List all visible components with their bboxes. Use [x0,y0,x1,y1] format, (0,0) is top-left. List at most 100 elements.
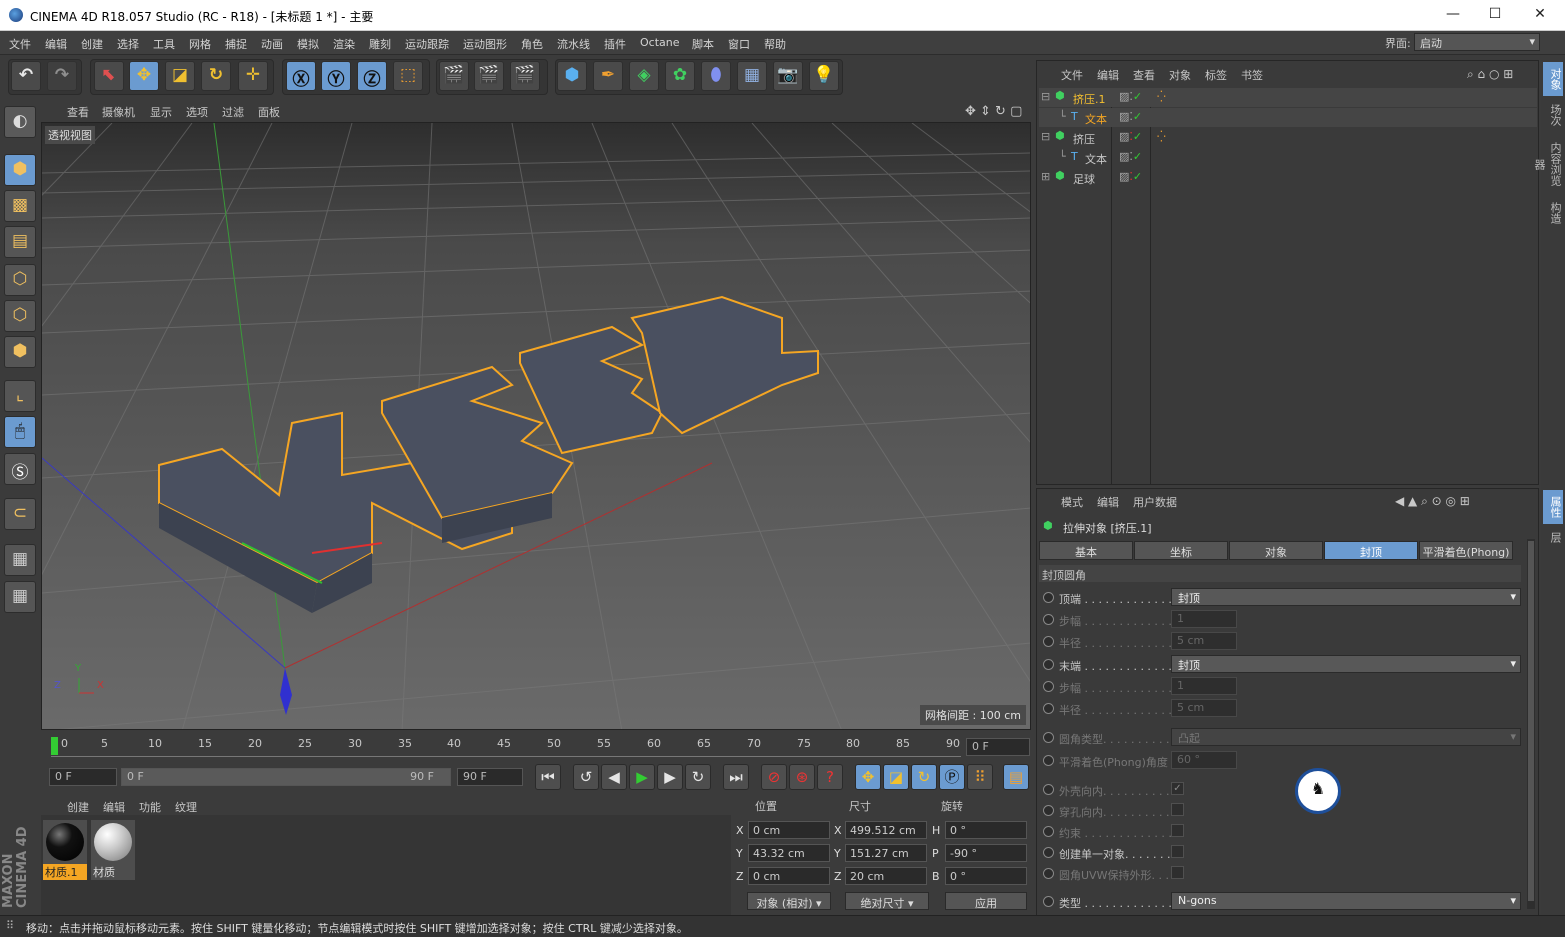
obj-menu-tags[interactable]: 标签 [1205,67,1227,83]
camera-button[interactable]: 📷 [773,61,803,91]
go-to-start-button[interactable]: ⏮ [535,764,561,790]
fillet-type-select[interactable]: 凸起 ▾ [1171,728,1521,746]
floor-button[interactable]: ▦ [737,61,767,91]
record-button[interactable]: ⊘ [761,764,787,790]
attr-menu-userdata[interactable]: 用户数据 [1133,494,1177,510]
material-swatch[interactable]: 材质 [91,820,135,880]
viewport-nav-icons[interactable]: ✥ ⇕ ↻ ▢ [965,104,1022,119]
animate-radio[interactable] [1043,681,1054,692]
visibility-toggle-icon[interactable]: ▨⁚✓ [1119,110,1142,123]
key-rotation-button[interactable]: ↻ [911,764,937,790]
end-radius-field[interactable]: 5 cm [1171,699,1237,717]
attr-nav-icons[interactable]: ◀ ▲ ⌕ ⊙ ◎ ⊞ [1395,494,1470,509]
menu-edit[interactable]: 编辑 [45,36,67,52]
mat-menu-texture[interactable]: 纹理 [175,799,197,815]
tab-caps[interactable]: 封顶 [1324,541,1418,560]
obj-menu-edit[interactable]: 编辑 [1097,67,1119,83]
go-to-end-button[interactable]: ⏭ [723,764,749,790]
rot-b-field[interactable]: 0 ° [945,867,1027,885]
menu-plugins[interactable]: 插件 [604,36,626,52]
object-row[interactable]: └ T 文本 ▨⁚✓ [1039,108,1537,127]
rot-h-field[interactable]: 0 ° [945,821,1027,839]
z-axis-button[interactable]: Ⓩ [357,61,387,91]
attr-menu-mode[interactable]: 模式 [1061,494,1083,510]
material-swatch[interactable]: 材质.1 [43,820,87,880]
menu-octane[interactable]: Octane [640,36,680,49]
obj-menu-file[interactable]: 文件 [1061,67,1083,83]
side-tab-structure[interactable]: 构造 [1543,196,1563,230]
playhead[interactable] [51,737,58,755]
single-object-checkbox[interactable] [1171,845,1184,858]
animate-radio[interactable] [1043,805,1054,816]
vp-menu-camera[interactable]: 摄像机 [102,104,135,120]
visibility-toggle-icon[interactable]: ▨⁚✓ [1119,150,1142,163]
animate-radio[interactable] [1043,636,1054,647]
key-position-button[interactable]: ✥ [855,764,881,790]
side-tab-objects[interactable]: 对象 [1543,62,1563,96]
timeline-ruler[interactable]: 0 5 10 15 20 25 30 35 40 45 50 55 60 65 … [51,735,961,757]
redo-button[interactable]: ↷ [47,61,77,91]
keep-uvw-checkbox[interactable] [1171,866,1184,879]
live-selection-button[interactable]: ⬉ [94,61,124,91]
timeline-window-button[interactable]: ▤ [1003,764,1029,790]
timeline[interactable]: 0 5 10 15 20 25 30 35 40 45 50 55 60 65 … [41,733,1031,761]
obj-menu-view[interactable]: 查看 [1133,67,1155,83]
object-row[interactable]: └ T 文本 ▨⁚✓ [1039,148,1537,167]
magnet-button[interactable]: ⊂ [4,498,36,530]
menu-motion-tracking[interactable]: 运动跟踪 [405,36,449,52]
attr-row-single-object[interactable]: 创建单一对象. . . . . . . . [1043,843,1523,863]
coordinate-system-button[interactable]: ⬚ [393,61,423,91]
attr-row-end-cap[interactable]: 末端 . . . . . . . . . . . . . . 封顶 ▾ [1043,655,1523,675]
model-mode-button[interactable]: ⬢ [4,154,36,186]
undo-button[interactable]: ↶ [11,61,41,91]
expand-icon[interactable]: ⊟ [1041,90,1050,103]
menu-script[interactable]: 脚本 [692,36,714,52]
vp-menu-view[interactable]: 查看 [67,104,89,120]
menu-select[interactable]: 选择 [117,36,139,52]
menu-snap[interactable]: 捕捉 [225,36,247,52]
render-settings-button[interactable]: 🎬 [510,61,540,91]
perspective-viewport[interactable]: Y X Z 透视视图 网格间距 : 100 cm [41,122,1031,730]
autokey-button[interactable]: ⊛ [789,764,815,790]
workplane-lock-button[interactable]: ▦ [4,544,36,576]
menu-mograph[interactable]: 运动图形 [463,36,507,52]
pos-x-field[interactable]: 0 cm [748,821,830,839]
size-y-field[interactable]: 151.27 cm [845,844,927,862]
mat-menu-edit[interactable]: 编辑 [103,799,125,815]
tab-object[interactable]: 对象 [1229,541,1323,560]
attr-row-type[interactable]: 类型 . . . . . . . . . . . . . . N-gons ▾ [1043,892,1523,912]
current-frame-field[interactable]: 0 F [966,738,1030,756]
expand-icon[interactable]: ⊟ [1041,130,1050,143]
start-cap-select[interactable]: 封顶 ▾ [1171,588,1521,606]
workplane-button[interactable]: ▤ [4,226,36,258]
tab-basic[interactable]: 基本 [1039,541,1133,560]
menu-tools[interactable]: 工具 [153,36,175,52]
size-x-field[interactable]: 499.512 cm [845,821,927,839]
next-key-button[interactable]: ↻ [685,764,711,790]
scrollbar-thumb[interactable] [1528,541,1534,901]
animate-radio[interactable] [1043,755,1054,766]
vp-menu-display[interactable]: 显示 [150,104,172,120]
make-editable-button[interactable]: ◐ [4,106,36,138]
animate-radio[interactable] [1043,826,1054,837]
hole-inwards-checkbox[interactable] [1171,803,1184,816]
tab-phong[interactable]: 平滑着色(Phong) [1419,541,1513,560]
start-frame-field[interactable]: 0 F [49,768,117,786]
animate-radio[interactable] [1043,732,1054,743]
hull-inwards-checkbox[interactable]: ✓ [1171,782,1184,795]
close-button[interactable]: ✕ [1530,6,1550,24]
menu-simulate[interactable]: 模拟 [297,36,319,52]
light-button[interactable]: 💡 [809,61,839,91]
tweak-mode-button[interactable]: 🖱 [4,416,36,448]
attr-scrollbar[interactable] [1527,539,1535,909]
tab-coordinates[interactable]: 坐标 [1134,541,1228,560]
menu-mesh[interactable]: 网格 [189,36,211,52]
menu-window[interactable]: 窗口 [728,36,750,52]
menu-animate[interactable]: 动画 [261,36,283,52]
menu-sculpt[interactable]: 雕刻 [369,36,391,52]
workplane-align-button[interactable]: ▦ [4,581,36,613]
object-row[interactable]: ⊟ ⬢ 挤压 ▨⁚✓ ⁛ [1039,128,1537,147]
keyframe-selection-button[interactable]: ? [817,764,843,790]
animate-radio[interactable] [1043,896,1054,907]
vp-menu-options[interactable]: 选项 [186,104,208,120]
